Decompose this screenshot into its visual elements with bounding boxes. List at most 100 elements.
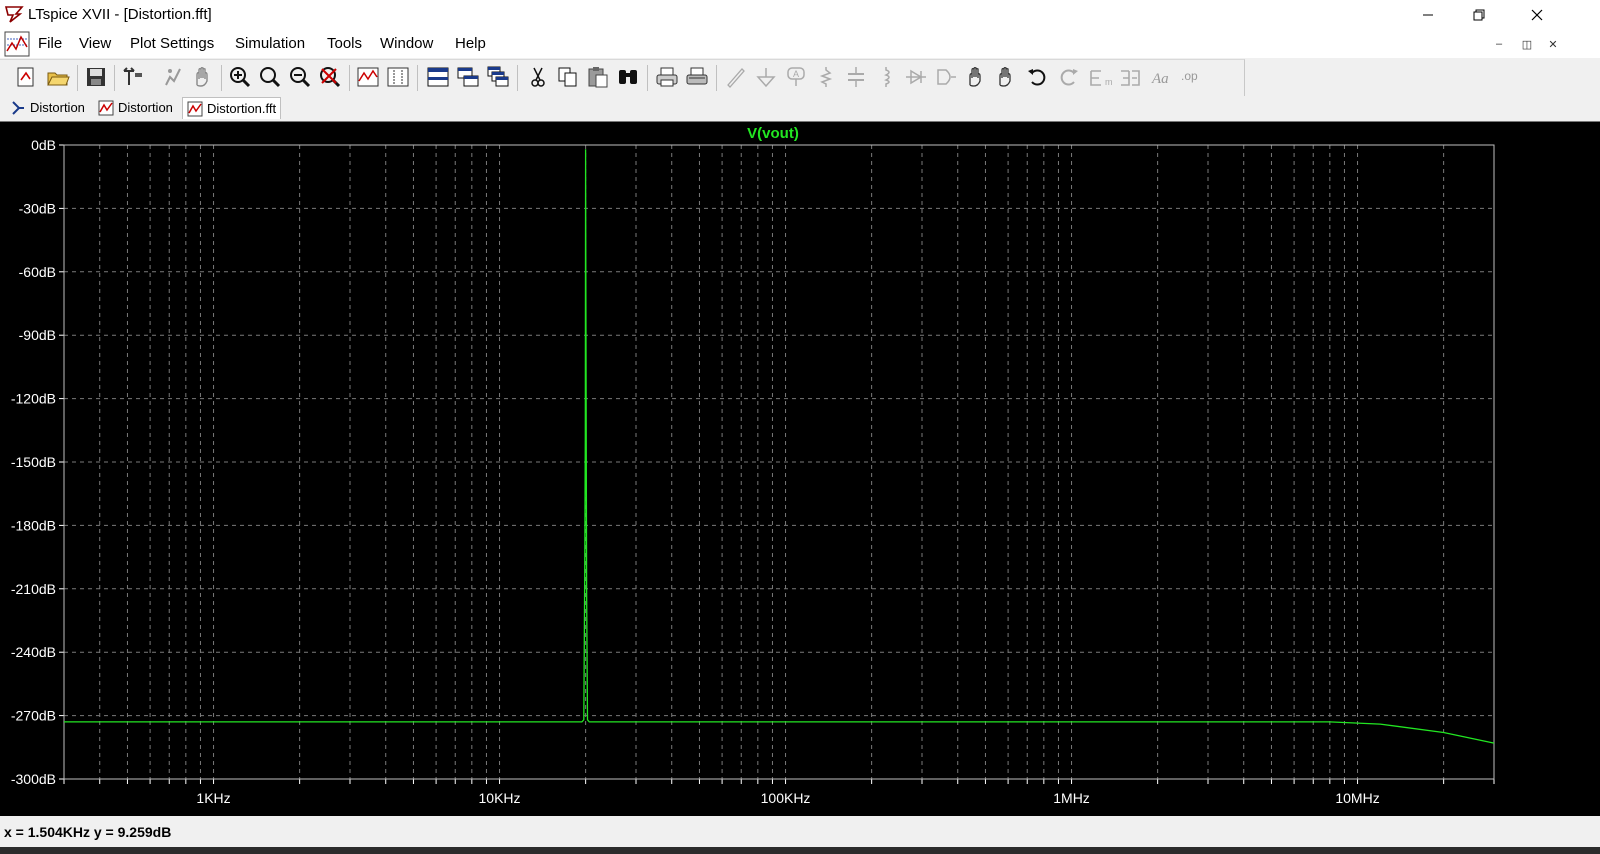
ltspice-logo-icon (4, 6, 24, 23)
tile-horizontal-icon[interactable] (426, 65, 450, 89)
menu-plot-settings[interactable]: Plot Settings (130, 35, 214, 52)
y-tick-label: -210dB (11, 581, 56, 597)
toolbar-separator (114, 65, 115, 91)
status-divider (0, 847, 1600, 854)
mdi-restore-icon: ◫ (1521, 38, 1533, 51)
tile-vertical-icon[interactable] (456, 65, 480, 89)
menu-bar: File View Plot Settings Simulation Tools… (0, 30, 1600, 58)
tab-distortion-waveform[interactable]: Distortion (94, 97, 177, 118)
undo-icon[interactable] (1026, 65, 1050, 89)
svg-text:Aa: Aa (1151, 71, 1169, 87)
halt-icon[interactable] (190, 65, 214, 89)
close-button[interactable] (1514, 0, 1560, 30)
fft-plot[interactable]: 0dB -30dB -60dB -90dB -120dB -150dB -180dB -210… (0, 122, 1600, 817)
waveform-icon (187, 101, 203, 116)
redo-icon[interactable] (1056, 65, 1080, 89)
x-tick-label: 1MHz (1053, 790, 1090, 806)
y-tick-label: -240dB (11, 644, 56, 660)
save-icon[interactable] (84, 65, 108, 89)
mdi-restore-button[interactable]: ◫ (1516, 34, 1538, 54)
inductor-icon[interactable] (874, 65, 898, 89)
y-tick-label: -150dB (11, 454, 56, 470)
y-tick-label: -90dB (19, 327, 56, 343)
waveform-icon (98, 100, 114, 115)
menu-window[interactable]: Window (380, 35, 433, 52)
y-tick-label: -300dB (11, 771, 56, 787)
mirror-icon[interactable] (1118, 65, 1142, 89)
mdi-close-icon: ✕ (1548, 38, 1558, 51)
svg-text:m: m (1105, 77, 1112, 87)
toolbar-separator (221, 65, 222, 91)
mdi-close-button[interactable]: ✕ (1542, 34, 1564, 54)
print-icon[interactable] (655, 65, 679, 89)
mdi-minimize-icon: – (1495, 38, 1503, 50)
autorange-icon[interactable] (318, 65, 342, 89)
spice-directive-icon[interactable]: .op (1180, 65, 1204, 89)
wire-icon[interactable] (724, 65, 748, 89)
label-net-icon[interactable]: A (784, 65, 808, 89)
close-icon (1531, 9, 1543, 21)
waveform-document-icon (4, 31, 30, 57)
zoom-in-icon[interactable] (228, 65, 252, 89)
text-icon[interactable]: Aa (1150, 65, 1174, 89)
tab-distortion-schematic[interactable]: Distortion (6, 97, 89, 118)
toolbar-separator (517, 65, 518, 91)
zoom-full-icon[interactable] (258, 65, 282, 89)
restore-button[interactable] (1456, 0, 1502, 30)
menu-view[interactable]: View (79, 35, 111, 52)
tab-label: Distortion.fft (207, 101, 277, 116)
menu-file[interactable]: File (38, 35, 62, 52)
diode-icon[interactable] (904, 65, 928, 89)
x-tick-label: 10MHz (1335, 790, 1379, 806)
find-icon[interactable] (616, 65, 640, 89)
document-tabs: Distortion Distortion Distortion.fft (0, 96, 1600, 120)
tab-label: Distortion (30, 100, 85, 115)
toolbar-separator (716, 65, 717, 91)
ground-icon[interactable] (754, 65, 778, 89)
move-icon[interactable] (964, 65, 988, 89)
y-tick-label: -30dB (19, 200, 56, 216)
drag-icon[interactable] (994, 65, 1018, 89)
status-bar: x = 1.504KHz y = 9.259dB (0, 816, 1600, 854)
print-preview-icon[interactable] (685, 65, 709, 89)
toolbar-separator (647, 65, 648, 91)
resistor-icon[interactable] (814, 65, 838, 89)
tab-distortion-fft[interactable]: Distortion.fft (182, 97, 282, 119)
toolbar-separator (77, 65, 78, 91)
toolbar: A m Aa .op (0, 59, 1245, 97)
title-bar: LTspice XVII - [Distortion.fft] (0, 0, 1600, 30)
new-schematic-icon[interactable] (14, 65, 38, 89)
svg-text:.op: .op (1181, 69, 1198, 83)
x-tick-label: 1KHz (196, 790, 230, 806)
run-icon[interactable] (160, 65, 184, 89)
waveform-plot-pane[interactable]: 0dB -30dB -60dB -90dB -120dB -150dB -180dB -210… (0, 121, 1600, 817)
window-title: LTspice XVII - [Distortion.fft] (28, 6, 212, 23)
cursor-readout: x = 1.504KHz y = 9.259dB (4, 824, 172, 840)
trace-vout (64, 149, 1495, 744)
svg-text:A: A (793, 69, 799, 79)
menu-help[interactable]: Help (455, 35, 486, 52)
menu-simulation[interactable]: Simulation (235, 35, 305, 52)
plot-add-icon[interactable] (386, 65, 410, 89)
open-icon[interactable] (46, 65, 70, 89)
schematic-icon (12, 100, 24, 115)
capacitor-icon[interactable] (844, 65, 868, 89)
copy-icon[interactable] (556, 65, 580, 89)
zoom-out-icon[interactable] (288, 65, 312, 89)
toolbar-separator (349, 65, 350, 91)
cut-icon[interactable] (526, 65, 550, 89)
minimize-button[interactable] (1405, 0, 1451, 30)
control-panel-icon[interactable] (121, 65, 145, 89)
cascade-icon[interactable] (486, 65, 510, 89)
menu-tools[interactable]: Tools (327, 35, 362, 52)
mdi-minimize-button[interactable]: – (1488, 34, 1510, 54)
trace-label: V(vout) (747, 125, 799, 142)
component-icon[interactable] (934, 65, 958, 89)
rotate-icon[interactable]: m (1088, 65, 1112, 89)
plot-settings-icon[interactable] (356, 65, 380, 89)
y-tick-label: -180dB (11, 517, 56, 533)
minimize-icon (1423, 14, 1433, 16)
x-tick-label: 100KHz (761, 790, 811, 806)
paste-icon[interactable] (586, 65, 610, 89)
y-tick-label: -120dB (11, 391, 56, 407)
